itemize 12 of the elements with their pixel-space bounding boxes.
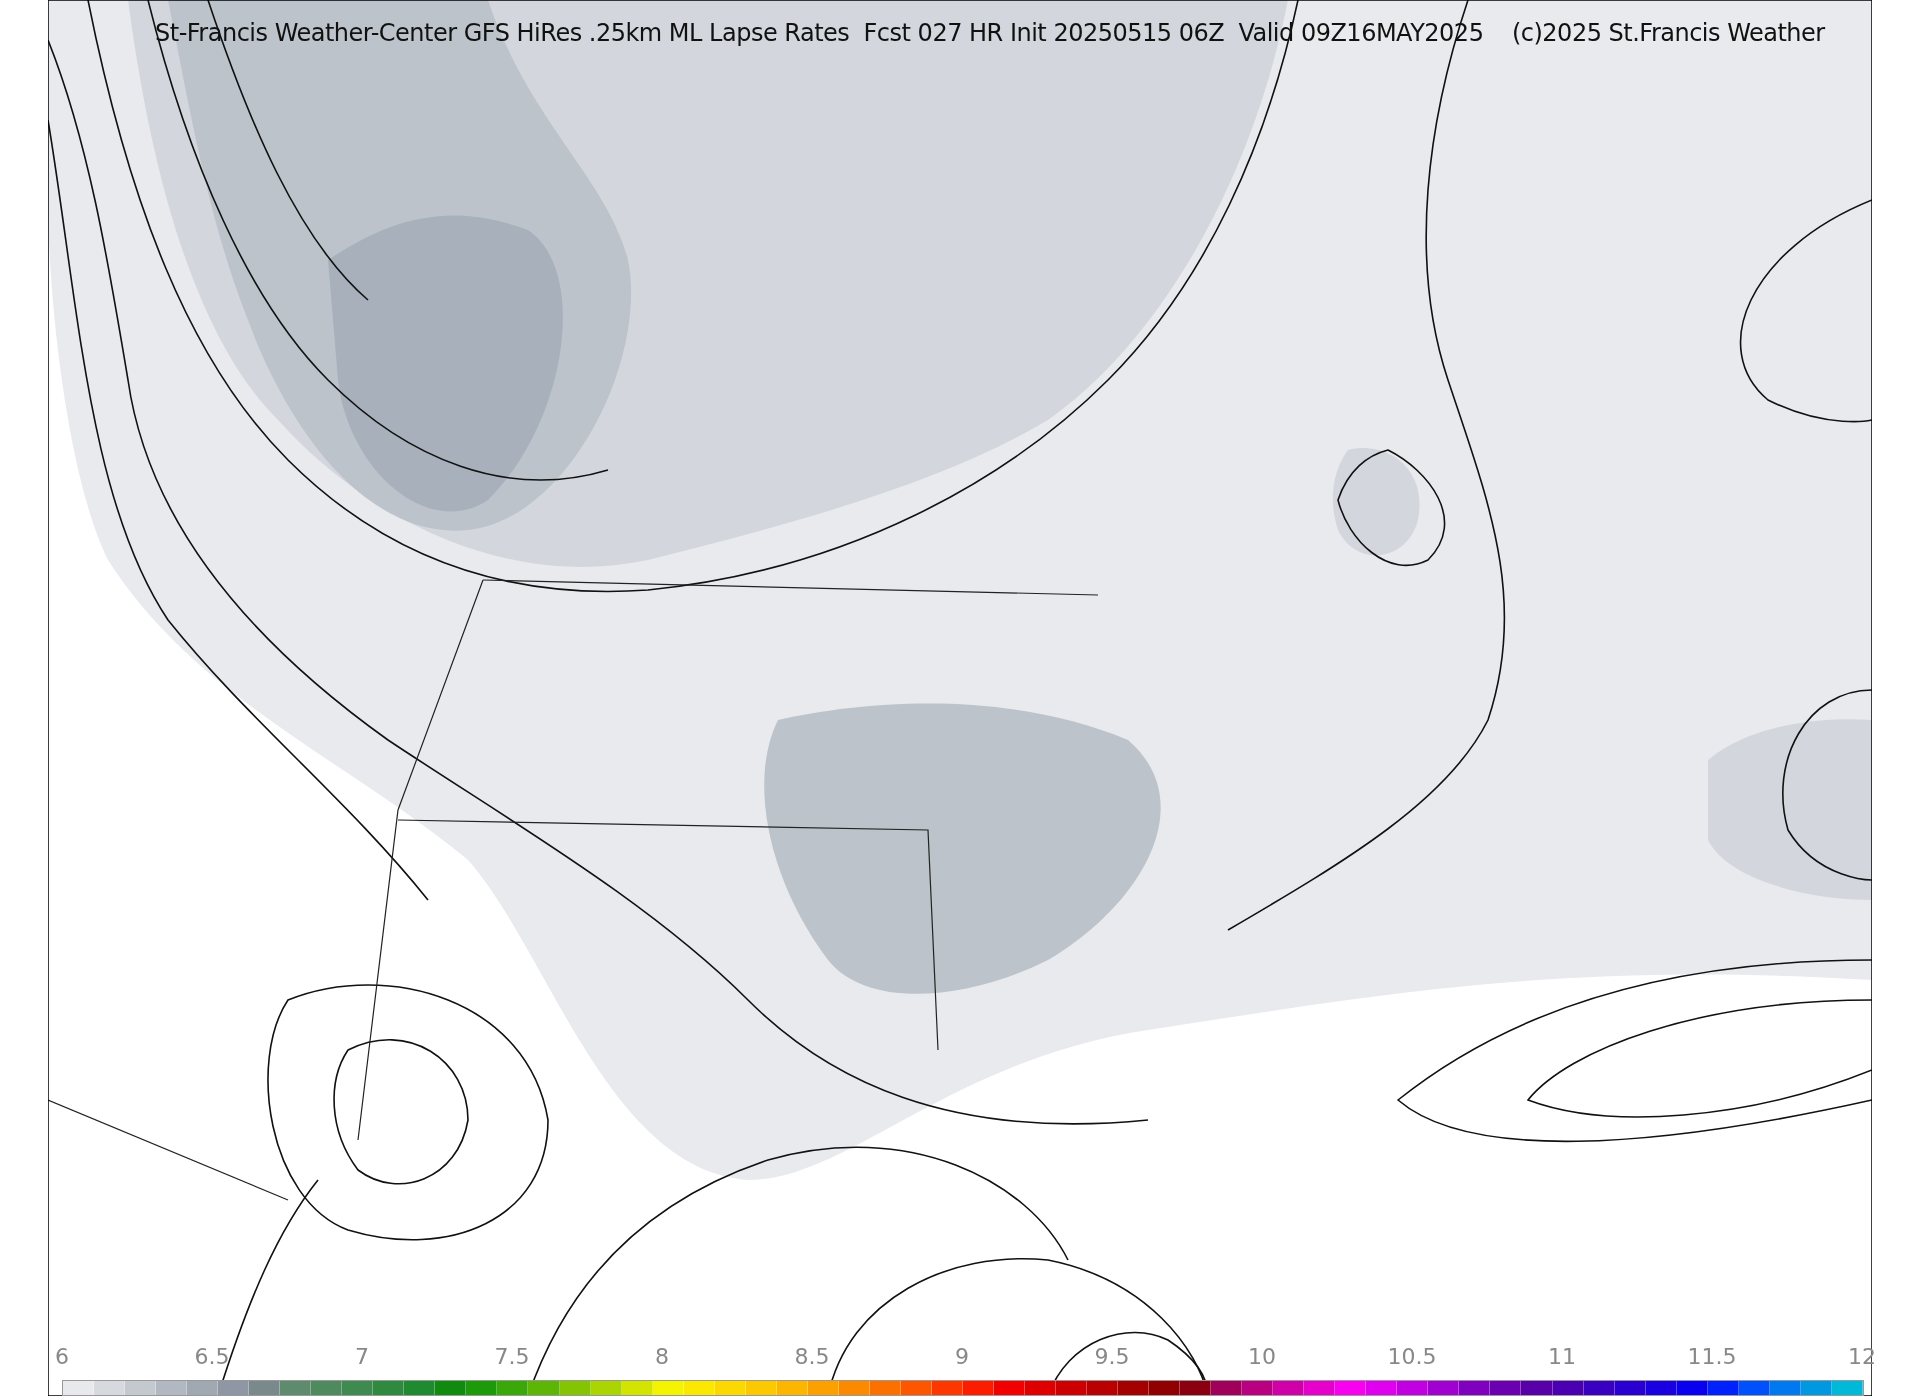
- colorbar-tick-label: 10.5: [1386, 1343, 1438, 1371]
- colorbar-tick-label: 11: [1547, 1343, 1577, 1371]
- colorbar-tick-label: 11.5: [1686, 1343, 1738, 1371]
- colorbar-tick-label: 9.5: [1093, 1343, 1131, 1371]
- colorbar-tick-label: 8: [654, 1343, 670, 1371]
- colorbar-tick-label: 7.5: [493, 1343, 531, 1371]
- colorbar-tick-label: 7: [354, 1343, 370, 1371]
- colorbar-tick-label: 8.5: [793, 1343, 831, 1371]
- colorbar-tick-label: 10: [1247, 1343, 1277, 1371]
- colorbar-tick-label: 6.5: [193, 1343, 231, 1371]
- colorbar-tick-label: 9: [954, 1343, 970, 1371]
- colorbar-tick-label: 6: [54, 1343, 70, 1371]
